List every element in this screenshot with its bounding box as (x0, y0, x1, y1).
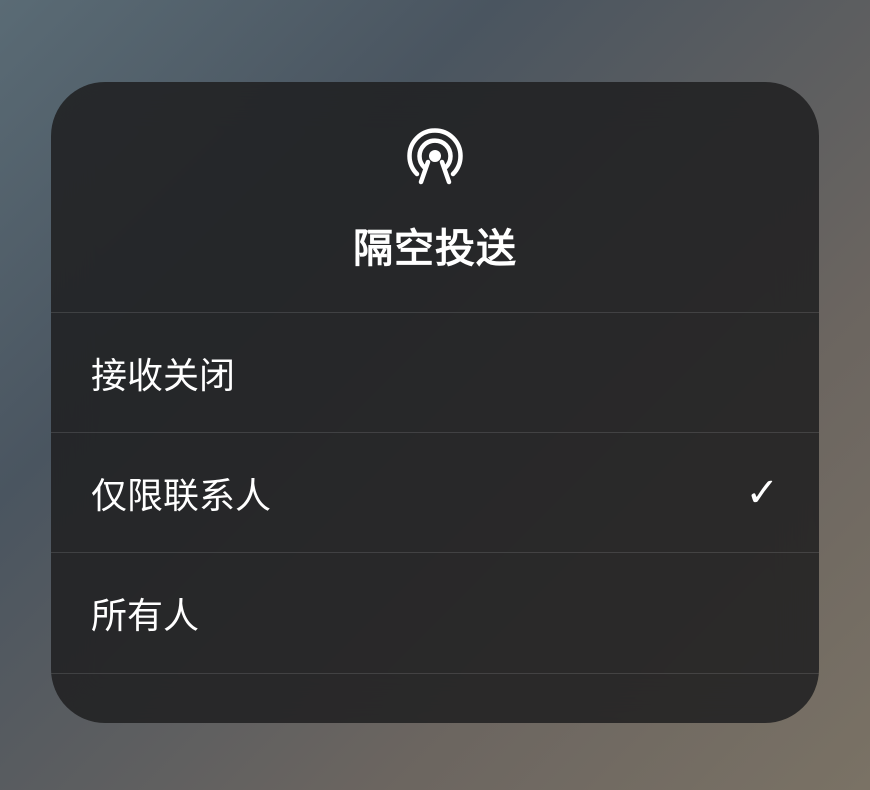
options-list: 接收关闭 仅限联系人 ✓ 所有人 (51, 313, 819, 673)
airdrop-icon (403, 124, 467, 188)
option-contacts-only[interactable]: 仅限联系人 ✓ (51, 433, 819, 553)
airdrop-settings-panel: 隔空投送 接收关闭 仅限联系人 ✓ 所有人 (51, 82, 819, 723)
panel-title: 隔空投送 (353, 216, 517, 274)
panel-header: 隔空投送 (51, 82, 819, 313)
option-receiving-off[interactable]: 接收关闭 (51, 313, 819, 433)
option-label: 所有人 (91, 587, 199, 639)
checkmark-icon: ✓ (745, 470, 779, 516)
option-label: 仅限联系人 (91, 467, 271, 519)
option-everyone[interactable]: 所有人 (51, 553, 819, 673)
option-label: 接收关闭 (91, 347, 235, 399)
bottom-spacer (51, 673, 819, 723)
